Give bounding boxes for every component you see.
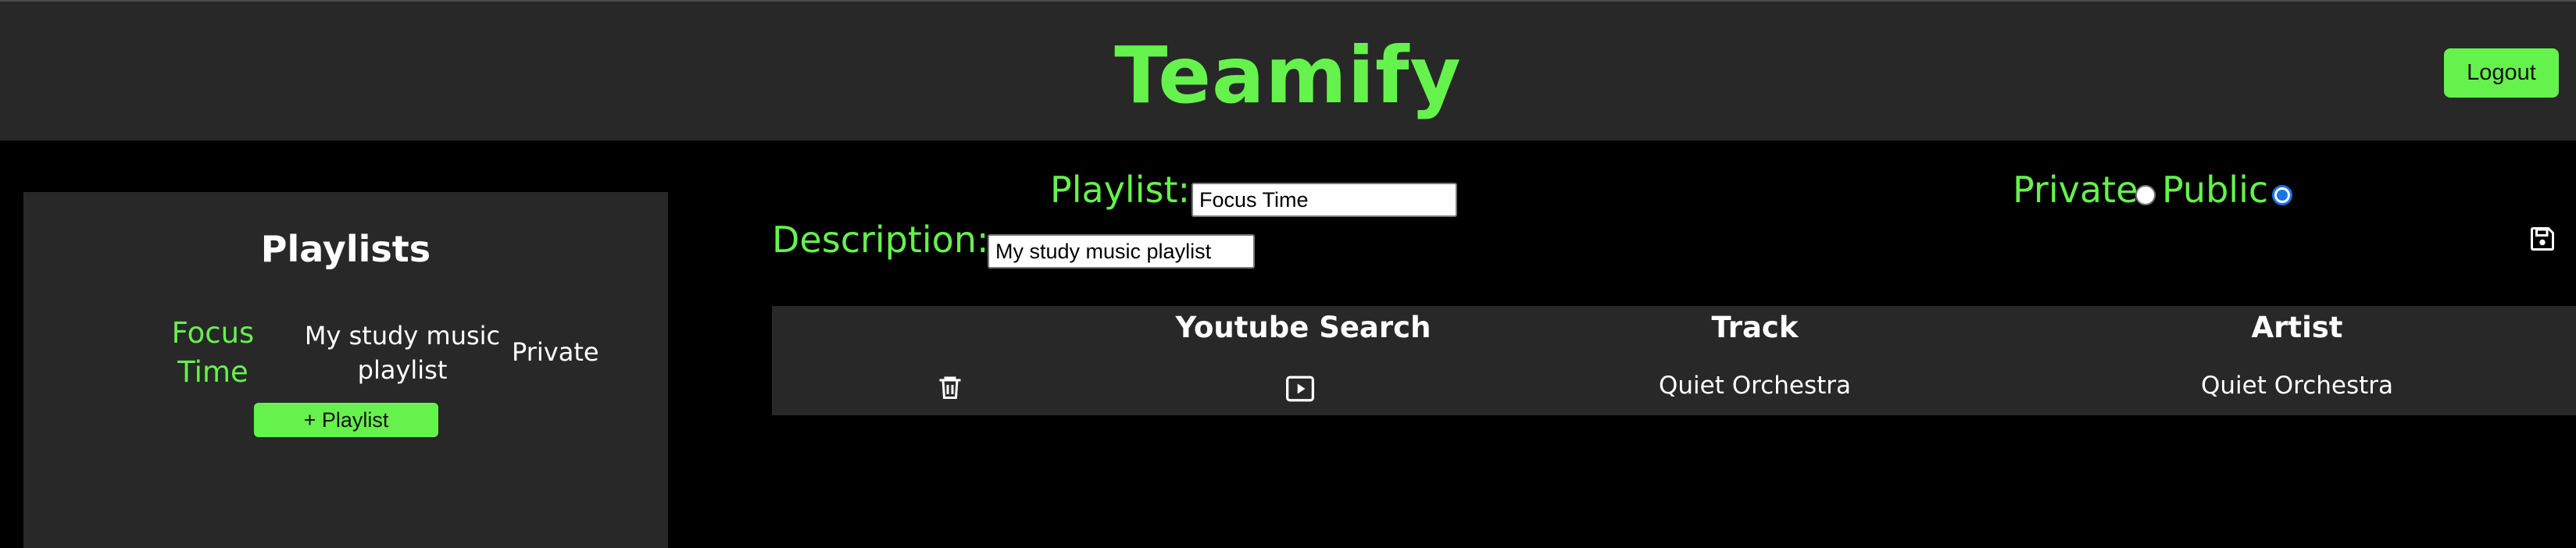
playlists-sidebar: Playlists Focus Time My study music play… [23, 192, 668, 548]
add-playlist-button[interactable]: + Playlist [254, 403, 438, 437]
floppy-disk-icon[interactable] [2528, 225, 2556, 253]
description-input[interactable] [988, 234, 1255, 269]
column-header-youtube-search: Youtube Search [1175, 311, 1431, 344]
playlist-visibility: Private [512, 337, 599, 367]
logout-button[interactable]: Logout [2444, 48, 2559, 98]
app-title: Teamify [1114, 30, 1462, 121]
track-cell: Quiet Orchestra [1658, 372, 1852, 400]
playlist-label: Playlist: [1050, 169, 1190, 211]
playlist-name-input[interactable] [1192, 183, 1457, 217]
public-label: Public [2162, 169, 2269, 211]
play-icon[interactable] [1284, 375, 1316, 403]
public-radio[interactable] [2272, 185, 2292, 205]
private-radio[interactable] [2135, 185, 2156, 205]
column-header-artist: Artist [2251, 311, 2343, 344]
private-label: Private [2013, 169, 2138, 211]
playlist-description: My study music playlist [304, 321, 501, 385]
playlist-name-link[interactable]: Focus Time [148, 314, 277, 392]
column-header-track: Track [1711, 311, 1799, 344]
trash-icon[interactable] [936, 373, 964, 401]
app-header: Teamify Logout [0, 0, 2576, 141]
description-label: Description: [772, 219, 989, 261]
sidebar-title: Playlists [260, 228, 431, 270]
artist-cell: Quiet Orchestra [2200, 372, 2394, 400]
tracks-table: Youtube Search Track Artist Quiet Orches… [772, 306, 2576, 415]
